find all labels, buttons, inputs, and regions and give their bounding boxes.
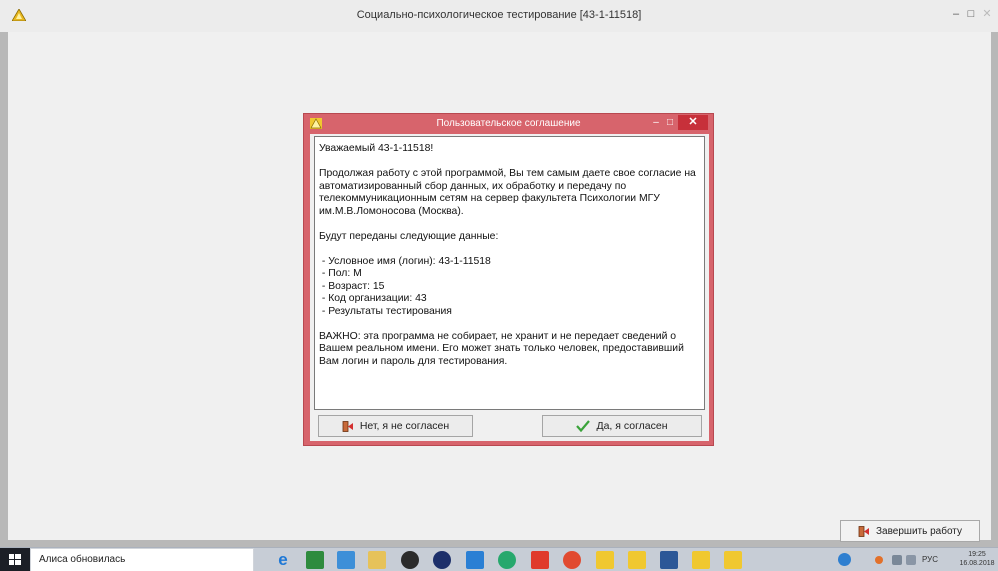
volume-icon[interactable] (906, 555, 916, 565)
chrome-icon[interactable] (563, 551, 581, 569)
finish-work-button[interactable]: Завершить работу (840, 520, 980, 542)
file-manager-icon[interactable] (306, 551, 324, 569)
close-button[interactable]: ✕ (980, 6, 994, 22)
test-app-icon[interactable] (596, 551, 614, 569)
checkmark-icon (576, 420, 591, 432)
dialog-maximize-button[interactable]: □ (662, 116, 678, 130)
hp-icon[interactable] (433, 551, 451, 569)
taskbar: Алиса обновилась e РУС 19:25 16.08.2018 (0, 547, 998, 571)
maximize-button[interactable]: □ (964, 6, 978, 22)
taskbar-notification[interactable]: Алиса обновилась (30, 548, 254, 571)
internet-explorer-icon[interactable]: e (274, 551, 292, 569)
decline-button[interactable]: Нет, я не согласен (318, 415, 473, 437)
clock-time: 19:25 (968, 551, 986, 558)
dialog-close-button[interactable]: ✕ (678, 115, 708, 130)
paint-icon[interactable] (337, 551, 355, 569)
language-indicator[interactable]: РУС (922, 555, 938, 564)
finish-work-label: Завершить работу (876, 525, 962, 537)
tray-app-icon[interactable] (838, 553, 851, 566)
decline-label: Нет, я не согласен (359, 420, 450, 432)
accept-label: Да, я согласен (596, 420, 668, 432)
app-green-icon[interactable] (498, 551, 516, 569)
start-button[interactable] (0, 548, 30, 571)
dialog-titlebar[interactable]: Пользовательское соглашение – □ ✕ (304, 114, 713, 133)
tray-status-icon[interactable] (875, 556, 883, 564)
word-icon[interactable] (660, 551, 678, 569)
test-app-icon[interactable] (628, 551, 646, 569)
media-player-icon[interactable] (401, 551, 419, 569)
main-window-title: Социально-психологическое тестирование [… (356, 9, 642, 21)
network-icon[interactable] (892, 555, 902, 565)
store-icon[interactable] (466, 551, 484, 569)
file-explorer-icon[interactable] (368, 551, 386, 569)
user-agreement-dialog: Пользовательское соглашение – □ ✕ Уважае… (303, 113, 714, 446)
accept-button[interactable]: Да, я согласен (542, 415, 702, 437)
yandex-icon[interactable] (531, 551, 549, 569)
exit-door-icon (342, 420, 353, 432)
minimize-button[interactable]: – (948, 6, 964, 22)
clock[interactable]: 19:25 16.08.2018 (958, 550, 996, 568)
main-titlebar[interactable]: Социально-психологическое тестирование [… (0, 0, 998, 32)
dialog-body: Уважаемый 43-1-11518! Продолжая работу с… (310, 134, 709, 441)
agreement-text[interactable]: Уважаемый 43-1-11518! Продолжая работу с… (314, 136, 705, 410)
clock-date: 16.08.2018 (959, 560, 995, 567)
test-app-icon[interactable] (724, 551, 742, 569)
windows-logo-icon (9, 554, 21, 565)
exit-door-icon (858, 525, 869, 537)
test-app-icon[interactable] (692, 551, 710, 569)
